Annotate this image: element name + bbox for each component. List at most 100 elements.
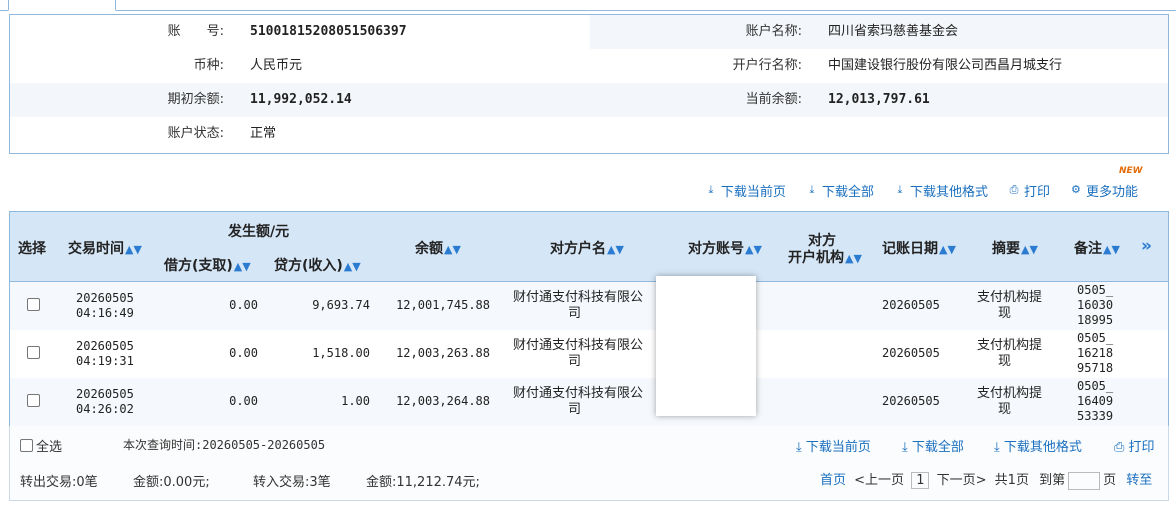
more-columns-icon[interactable]: » bbox=[1141, 236, 1152, 256]
download-icon: ⤓ bbox=[902, 440, 912, 455]
bank-label: 开户行名称: bbox=[732, 58, 802, 73]
active-tab[interactable] bbox=[8, 0, 116, 11]
download-icon: ⤓ bbox=[897, 183, 903, 196]
row-counter-name-cont: 司 bbox=[568, 354, 582, 369]
row-summary-cont: 现 bbox=[998, 402, 1012, 417]
in-amount: 金额:11,212.74元; bbox=[366, 475, 480, 490]
col-debit[interactable]: 借方(支取)▲▼ bbox=[164, 255, 251, 275]
sort-icon: ▲▼ bbox=[1021, 243, 1038, 256]
sort-icon: ▲▼ bbox=[845, 252, 862, 265]
row-balance: 12,003,263.88 bbox=[396, 346, 490, 360]
row-summary: 支付机构提 bbox=[977, 290, 1043, 305]
tab-strip bbox=[0, 0, 1176, 11]
col-counter-bank[interactable]: 开户机构▲▼ bbox=[788, 247, 862, 267]
row-counter-name: 财付通支付科技有限公 bbox=[513, 290, 644, 305]
row-summary-cont: 现 bbox=[998, 306, 1012, 321]
sort-icon: ▲▼ bbox=[607, 243, 624, 256]
row-post-date: 20260505 bbox=[882, 298, 940, 312]
download-all-button[interactable]: ⤓ 下载全部 bbox=[806, 181, 874, 200]
currency-label: 币种: bbox=[193, 58, 224, 73]
footer-download-other-button[interactable]: ⤓ 下载其他格式 bbox=[994, 436, 1082, 455]
row-summary: 支付机构提 bbox=[977, 386, 1043, 401]
status-label: 账户状态: bbox=[167, 126, 224, 141]
row-date: 20260505 bbox=[76, 291, 134, 305]
goto-button[interactable]: 转至 bbox=[1126, 473, 1152, 488]
account-info-panel: 账 号: 51001815208051506397 账户名称: 四川省索玛慈善基… bbox=[9, 14, 1169, 154]
row-counter-name: 财付通支付科技有限公 bbox=[513, 338, 644, 353]
footer-print-button[interactable]: ⎙ 打印 bbox=[1114, 436, 1155, 455]
col-select: 选择 bbox=[18, 241, 46, 257]
gear-icon: ⚙ bbox=[1071, 183, 1081, 196]
goto-label: 到第 bbox=[1039, 473, 1066, 488]
sort-icon: ▲▼ bbox=[233, 260, 251, 273]
row-remark: 0505_ bbox=[1077, 331, 1114, 345]
row-time: 04:19:31 bbox=[76, 354, 134, 368]
row-remark-line3: 53339 bbox=[1077, 409, 1114, 423]
select-all[interactable]: 全选 bbox=[20, 436, 62, 455]
col-remark[interactable]: 备注▲▼ bbox=[1074, 238, 1120, 258]
account-no-label: 账 号: bbox=[167, 24, 224, 39]
row-summary-cont: 现 bbox=[998, 354, 1012, 369]
row-credit: 1,518.00 bbox=[312, 346, 370, 360]
current-page[interactable]: 1 bbox=[911, 472, 930, 489]
row-remark-line2: 16030 bbox=[1077, 298, 1114, 312]
row-checkbox[interactable] bbox=[27, 298, 40, 311]
row-date: 20260505 bbox=[76, 387, 134, 401]
account-no-value: 51001815208051506397 bbox=[250, 24, 407, 39]
table-row[interactable]: 20260505 04:19:31 0.00 1,518.00 12,003,2… bbox=[10, 330, 1168, 378]
row-credit: 1.00 bbox=[341, 394, 370, 408]
row-date: 20260505 bbox=[76, 339, 134, 353]
row-debit: 0.00 bbox=[229, 298, 258, 312]
table-row[interactable]: 20260505 04:26:02 0.00 1.00 12,003,264.8… bbox=[10, 378, 1168, 426]
redaction-overlay bbox=[656, 276, 756, 416]
row-remark-line2: 16409 bbox=[1077, 394, 1114, 408]
more-functions-button[interactable]: ⚙ 更多功能 bbox=[1070, 181, 1138, 200]
next-page-link[interactable]: 下一页> bbox=[937, 473, 987, 488]
col-time[interactable]: 交易时间▲▼ bbox=[68, 238, 142, 258]
top-toolbar: ⤓ 下载当前页 ⤓ 下载全部 ⤓ 下载其他格式 ⎙ 打印 ⚙ 更多功能 bbox=[705, 181, 1138, 200]
row-remark-line3: 18995 bbox=[1077, 313, 1114, 327]
col-balance[interactable]: 余额▲▼ bbox=[415, 238, 461, 258]
goto-page-input[interactable] bbox=[1068, 471, 1101, 490]
account-name-label: 账户名称: bbox=[745, 24, 802, 39]
table-header: 选择 交易时间▲▼ 发生额/元 借方(支取)▲▼ 贷方(收入)▲▼ 余额▲▼ 对… bbox=[10, 212, 1168, 282]
row-remark: 0505_ bbox=[1077, 283, 1114, 297]
col-counter-name[interactable]: 对方户名▲▼ bbox=[550, 238, 624, 258]
row-remark-line3: 95718 bbox=[1077, 361, 1114, 375]
total-pages: 共1页 bbox=[994, 473, 1029, 488]
row-remark: 0505_ bbox=[1077, 379, 1114, 393]
row-checkbox[interactable] bbox=[27, 346, 40, 359]
out-amount: 金额:0.00元; bbox=[133, 475, 210, 490]
select-all-checkbox[interactable] bbox=[20, 439, 33, 452]
currency-value: 人民币元 bbox=[250, 58, 303, 73]
table-row[interactable]: 20260505 04:16:49 0.00 9,693.74 12,001,7… bbox=[10, 282, 1168, 330]
row-summary: 支付机构提 bbox=[977, 338, 1043, 353]
sort-icon: ▲▼ bbox=[939, 243, 956, 256]
row-checkbox[interactable] bbox=[27, 394, 40, 407]
query-time: 本次查询时间:20260505-20260505 bbox=[123, 438, 326, 452]
download-other-button[interactable]: ⤓ 下载其他格式 bbox=[894, 181, 988, 200]
col-summary[interactable]: 摘要▲▼ bbox=[992, 238, 1038, 258]
download-icon: ⤓ bbox=[994, 440, 1004, 455]
in-count: 转入交易:3笔 bbox=[253, 475, 331, 490]
first-page-link[interactable]: 首页 bbox=[820, 473, 846, 488]
col-credit[interactable]: 贷方(收入)▲▼ bbox=[274, 255, 361, 275]
print-button[interactable]: ⎙ 打印 bbox=[1008, 181, 1050, 200]
footer-download-all-button[interactable]: ⤓ 下载全部 bbox=[902, 436, 964, 455]
col-post-date[interactable]: 记账日期▲▼ bbox=[882, 238, 956, 258]
current-balance-value: 12,013,797.61 bbox=[828, 92, 930, 107]
download-page-button[interactable]: ⤓ 下载当前页 bbox=[705, 181, 785, 200]
col-counter-account[interactable]: 对方账号▲▼ bbox=[688, 238, 762, 258]
page-unit: 页 bbox=[1103, 473, 1117, 488]
sort-icon: ▲▼ bbox=[745, 243, 762, 256]
row-debit: 0.00 bbox=[229, 346, 258, 360]
row-credit: 9,693.74 bbox=[312, 298, 370, 312]
row-post-date: 20260505 bbox=[882, 394, 940, 408]
prev-page-link[interactable]: <上一页 bbox=[854, 473, 904, 488]
opening-balance-label: 期初余额: bbox=[167, 92, 224, 107]
row-balance: 12,003,264.88 bbox=[396, 394, 490, 408]
footer-download-page-button[interactable]: ⤓ 下载当前页 bbox=[796, 436, 871, 455]
row-balance: 12,001,745.88 bbox=[396, 298, 490, 312]
sort-icon: ▲▼ bbox=[444, 243, 461, 256]
out-count: 转出交易:0笔 bbox=[20, 475, 98, 490]
